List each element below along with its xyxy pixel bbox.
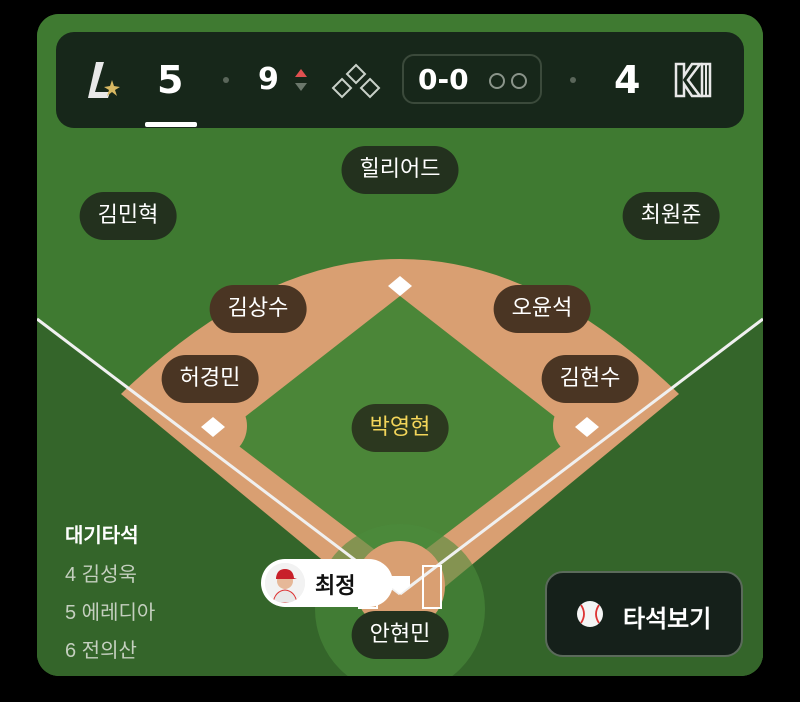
on-deck-batter: 5 에레디아 <box>65 602 156 624</box>
away-score: 5 <box>157 58 184 102</box>
on-deck-batter: 6 전의산 <box>65 640 137 662</box>
on-deck-title: 대기타석 <box>65 525 139 547</box>
fielder-center-field[interactable]: 힐리어드 <box>341 146 459 194</box>
bases-diamond-icon <box>331 63 381 99</box>
inning-number: 9 <box>258 62 279 97</box>
fielder-right-field[interactable]: 최원준 <box>622 192 720 240</box>
outs-indicator-icon <box>489 73 527 89</box>
count-text: 0-0 <box>418 63 469 96</box>
inning-half-icon <box>295 69 307 91</box>
fielder-catcher[interactable]: 안현민 <box>351 611 449 659</box>
game-field-card: 5 9 0-0 4 힐리어드 김민혁 최원준 김상수 오윤석 허경민 김현수 박… <box>37 14 763 676</box>
on-deck-list: 대기타석 4 김성욱 5 에레디아 6 전의산 <box>65 519 155 672</box>
away-team-logo <box>88 62 120 98</box>
fielder-left-field[interactable]: 김민혁 <box>79 192 177 240</box>
fielder-first-base[interactable]: 김현수 <box>541 355 639 403</box>
separator-dot <box>223 77 229 83</box>
fielder-second-base[interactable]: 오윤석 <box>493 285 591 333</box>
on-deck-batter: 4 김성욱 <box>65 564 137 586</box>
separator-dot <box>570 77 576 83</box>
baseball-icon <box>577 601 603 627</box>
fielder-shortstop[interactable]: 김상수 <box>209 285 307 333</box>
view-at-bat-label: 타석보기 <box>623 605 712 633</box>
active-team-indicator <box>145 122 197 127</box>
view-at-bat-button[interactable]: 타석보기 <box>545 571 743 657</box>
ball-strike-count: 0-0 <box>402 54 542 104</box>
batter-avatar <box>265 563 305 603</box>
player-photo-icon <box>265 563 305 603</box>
fielder-pitcher[interactable]: 박영현 <box>351 404 449 452</box>
home-score: 4 <box>614 58 641 102</box>
batter-name: 최정 <box>315 574 356 599</box>
home-team-logo <box>674 62 712 98</box>
fielder-third-base[interactable]: 허경민 <box>161 355 259 403</box>
current-batter-chip[interactable]: 최정 <box>261 559 393 607</box>
scoreboard: 5 9 0-0 4 <box>56 32 744 128</box>
